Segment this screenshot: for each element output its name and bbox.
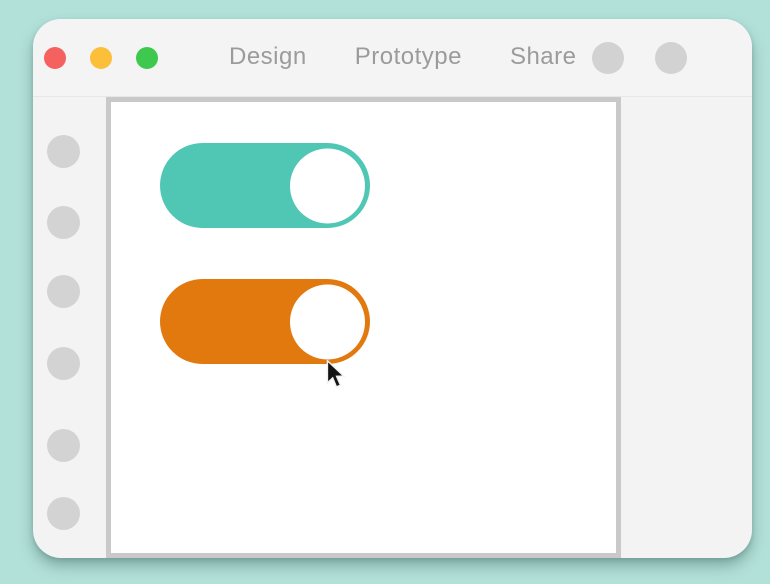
close-button[interactable] [44,47,66,69]
toolbar: Design Prototype Share [33,19,752,97]
sidebar-tool-button-4[interactable] [47,347,80,380]
sidebar-tool-button-6[interactable] [47,497,80,530]
toolbar-action-button-2[interactable] [655,42,687,74]
minimize-button[interactable] [90,47,112,69]
desktop-background: { "toolbar": { "tabs": [ { "label": "Des… [0,0,770,584]
toggle-knob[interactable] [290,148,365,223]
toolbar-tabs: Design Prototype Share [229,19,577,97]
tool-sidebar [33,97,106,558]
tab-design[interactable]: Design [229,45,307,71]
artboard-canvas[interactable] [106,97,621,558]
sidebar-tool-button-3[interactable] [47,275,80,308]
app-window: Design Prototype Share [33,19,752,558]
tab-prototype[interactable]: Prototype [355,45,462,71]
sidebar-tool-button-1[interactable] [47,135,80,168]
toolbar-actions-group [592,19,687,97]
tab-share[interactable]: Share [510,45,577,71]
zoom-button[interactable] [136,47,158,69]
toggle-switch-orange[interactable] [160,279,370,364]
sidebar-tool-button-5[interactable] [47,429,80,462]
toggle-knob[interactable] [290,284,365,359]
sidebar-tool-button-2[interactable] [47,206,80,239]
traffic-lights-group [44,19,158,97]
toolbar-action-button-1[interactable] [592,42,624,74]
toggle-switch-teal[interactable] [160,143,370,228]
